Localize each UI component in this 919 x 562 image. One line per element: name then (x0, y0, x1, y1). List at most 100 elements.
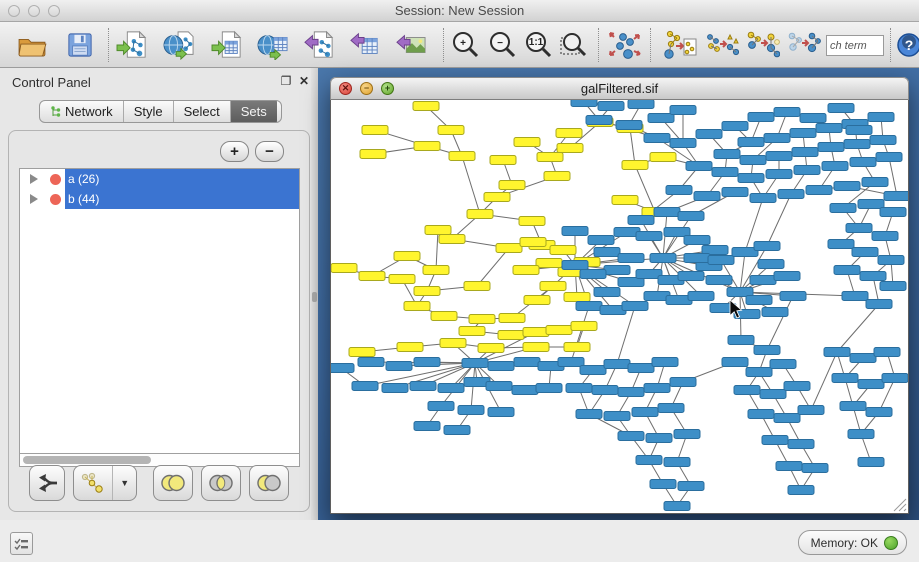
graph-node-blue[interactable] (594, 288, 620, 297)
graph-node-blue[interactable] (880, 282, 906, 291)
graph-node-yellow[interactable] (394, 252, 420, 261)
graph-node-blue[interactable] (644, 134, 670, 143)
graph-node-yellow[interactable] (499, 314, 525, 323)
graph-node-yellow[interactable] (490, 156, 516, 165)
network-canvas[interactable] (330, 100, 909, 514)
save-session-button[interactable] (62, 27, 98, 63)
graph-node-blue[interactable] (648, 114, 674, 123)
graph-node-yellow[interactable] (564, 343, 590, 352)
export-network-button[interactable] (301, 27, 337, 63)
graph-node-blue[interactable] (824, 348, 850, 357)
graph-node-blue[interactable] (738, 138, 764, 147)
graph-node-yellow[interactable] (469, 315, 495, 324)
graph-node-blue[interactable] (670, 106, 696, 115)
graph-node-blue[interactable] (764, 134, 790, 143)
graph-node-blue[interactable] (830, 204, 856, 213)
graph-node-blue[interactable] (840, 402, 866, 411)
graph-node-blue[interactable] (818, 143, 844, 152)
graph-node-blue[interactable] (866, 408, 892, 417)
graph-node-blue[interactable] (766, 170, 792, 179)
graph-node-yellow[interactable] (362, 126, 388, 135)
graph-node-blue[interactable] (650, 480, 676, 489)
graph-node-blue[interactable] (846, 224, 872, 233)
graph-node-yellow[interactable] (571, 322, 597, 331)
expand-triangle-icon[interactable] (30, 174, 38, 184)
graph-node-blue[interactable] (636, 456, 662, 465)
graph-node-yellow[interactable] (537, 153, 563, 162)
graph-node-blue[interactable] (790, 129, 816, 138)
tab-style[interactable]: Style (124, 101, 174, 122)
graph-node-blue[interactable] (684, 254, 710, 263)
graph-node-blue[interactable] (754, 242, 780, 251)
graph-node-blue[interactable] (562, 261, 588, 270)
graph-node-blue[interactable] (678, 482, 704, 491)
graph-node-blue[interactable] (816, 124, 842, 133)
graph-node-blue[interactable] (686, 162, 712, 171)
export-table-button[interactable] (347, 27, 383, 63)
graph-node-blue[interactable] (598, 102, 624, 111)
graph-node-blue[interactable] (566, 384, 592, 393)
export-selected-network-button[interactable] (662, 27, 698, 63)
graph-node-blue[interactable] (654, 208, 680, 217)
graph-node-blue[interactable] (658, 404, 684, 413)
graph-node-yellow[interactable] (404, 302, 430, 311)
graph-node-blue[interactable] (604, 360, 630, 369)
graph-node-blue[interactable] (878, 256, 904, 265)
graph-node-blue[interactable] (386, 362, 412, 371)
graph-node-blue[interactable] (664, 458, 690, 467)
graph-node-blue[interactable] (850, 158, 876, 167)
graph-node-yellow[interactable] (499, 181, 525, 190)
graph-node-blue[interactable] (444, 426, 470, 435)
graph-node-blue[interactable] (722, 188, 748, 197)
graph-node-yellow[interactable] (650, 153, 676, 162)
graph-node-blue[interactable] (792, 148, 818, 157)
memory-status-button[interactable]: Memory: OK (798, 530, 907, 555)
graph-node-blue[interactable] (872, 232, 898, 241)
graph-node-blue[interactable] (628, 216, 654, 225)
graph-node-yellow[interactable] (397, 343, 423, 352)
graph-node-yellow[interactable] (524, 296, 550, 305)
split-set-button[interactable] (29, 465, 65, 501)
graph-node-blue[interactable] (774, 414, 800, 423)
graph-node-blue[interactable] (558, 358, 584, 367)
graph-node-blue[interactable] (748, 410, 774, 419)
graph-node-blue[interactable] (562, 227, 588, 236)
graph-node-blue[interactable] (850, 354, 876, 363)
graph-node-yellow[interactable] (438, 126, 464, 135)
graph-node-blue[interactable] (848, 430, 874, 439)
graph-node-blue[interactable] (828, 104, 854, 113)
graph-node-blue[interactable] (788, 486, 814, 495)
graph-node-yellow[interactable] (557, 144, 583, 153)
graph-node-yellow[interactable] (514, 138, 540, 147)
graph-node-blue[interactable] (331, 364, 354, 373)
graph-node-blue[interactable] (712, 168, 738, 177)
merge-networks-union-button[interactable] (704, 27, 740, 63)
set-label-wrap[interactable]: b (44) (65, 189, 299, 209)
graph-node-blue[interactable] (834, 266, 860, 275)
graph-node-blue[interactable] (868, 113, 894, 122)
graph-node-blue[interactable] (512, 386, 538, 395)
graph-node-blue[interactable] (762, 436, 788, 445)
graph-node-blue[interactable] (882, 374, 908, 383)
graph-node-yellow[interactable] (414, 142, 440, 151)
graph-node-blue[interactable] (762, 308, 788, 317)
graph-node-yellow[interactable] (546, 326, 572, 335)
graph-node-blue[interactable] (822, 162, 848, 171)
graph-node-blue[interactable] (788, 440, 814, 449)
graph-node-blue[interactable] (358, 358, 384, 367)
graph-node-blue[interactable] (462, 359, 488, 368)
graph-node-blue[interactable] (748, 113, 774, 122)
graph-node-blue[interactable] (604, 266, 630, 275)
graph-node-blue[interactable] (746, 368, 772, 377)
graph-node-blue[interactable] (650, 254, 676, 263)
graph-node-blue[interactable] (802, 464, 828, 473)
graph-node-blue[interactable] (632, 408, 658, 417)
graph-node-blue[interactable] (580, 270, 606, 279)
graph-node-blue[interactable] (410, 382, 436, 391)
network-window-titlebar[interactable]: ✕ − + galFiltered.sif (330, 77, 909, 100)
graph-node-blue[interactable] (616, 121, 642, 130)
graph-node-blue[interactable] (670, 139, 696, 148)
graph-node-blue[interactable] (428, 402, 454, 411)
graph-node-blue[interactable] (636, 232, 662, 241)
tab-sets[interactable]: Sets (231, 101, 277, 122)
